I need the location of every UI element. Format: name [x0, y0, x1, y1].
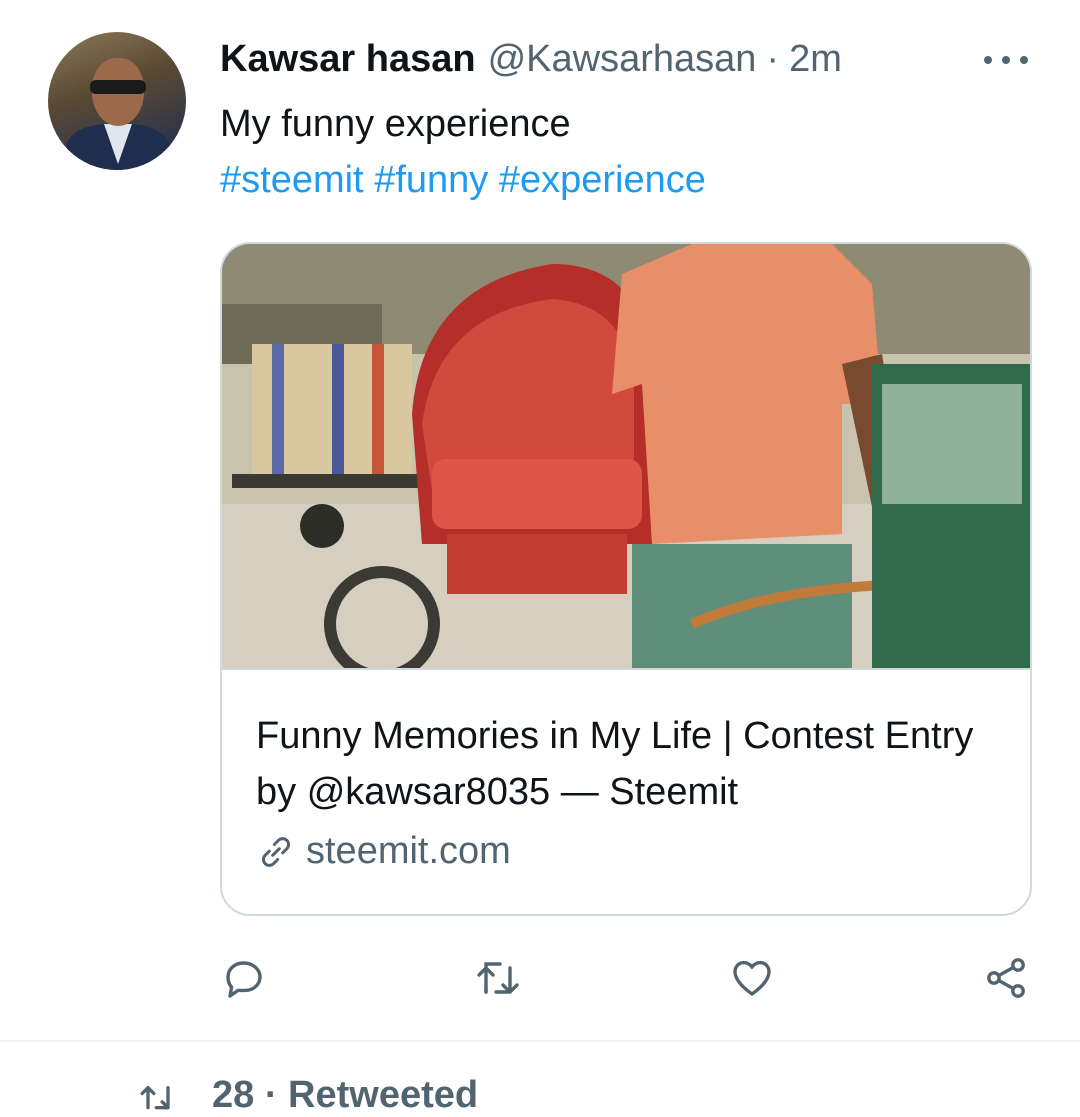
more-dot: [984, 56, 992, 64]
card-body: Funny Memories in My Life | Contest Entr…: [222, 668, 1030, 873]
like-button[interactable]: [728, 954, 776, 1002]
share-icon: [987, 958, 1025, 998]
more-dot: [1020, 56, 1028, 64]
tweet-actions: [0, 954, 1080, 1002]
reply-button[interactable]: [220, 954, 268, 1002]
hashtag-experience[interactable]: #experience: [499, 159, 706, 201]
tweet-header: Kawsar hasan @Kawsarhasan · 2m: [220, 38, 842, 84]
heart-icon: [733, 960, 771, 996]
hashtag-steemit[interactable]: #steemit: [220, 159, 364, 201]
divider: [0, 1040, 1080, 1042]
retweet-icon: [477, 962, 519, 994]
share-button[interactable]: [982, 954, 1030, 1002]
retweet-button[interactable]: [474, 954, 522, 1002]
display-name[interactable]: Kawsar hasan: [220, 38, 476, 81]
hashtag-funny[interactable]: #funny: [374, 159, 488, 201]
retweet-small-icon: [140, 1085, 170, 1109]
avatar[interactable]: [48, 32, 186, 170]
rickshaw-photo: [222, 244, 1030, 668]
hashtags: #steemit #funny #experience: [220, 156, 706, 204]
reply-icon: [226, 961, 262, 998]
link-preview-card[interactable]: Funny Memories in My Life | Contest Entr…: [220, 242, 1032, 916]
retweeted-row[interactable]: 28 · Retweeted: [138, 1074, 478, 1117]
avatar-sunglasses: [90, 80, 146, 94]
link-icon: [262, 836, 290, 867]
timestamp[interactable]: 2m: [789, 38, 842, 81]
card-title: Funny Memories in My Life | Contest Entr…: [256, 715, 974, 813]
card-domain-text: steemit.com: [306, 830, 511, 872]
retweeted-text: 28 · Retweeted: [212, 1074, 479, 1116]
more-dot: [1002, 56, 1010, 64]
separator-dot: ·: [766, 38, 780, 80]
card-domain: steemit.com: [256, 830, 996, 873]
user-handle[interactable]: @Kawsarhasan: [488, 38, 757, 81]
tweet-text: My funny experience: [220, 103, 571, 145]
card-image[interactable]: [222, 244, 1030, 668]
more-options-icon[interactable]: [984, 50, 1028, 70]
